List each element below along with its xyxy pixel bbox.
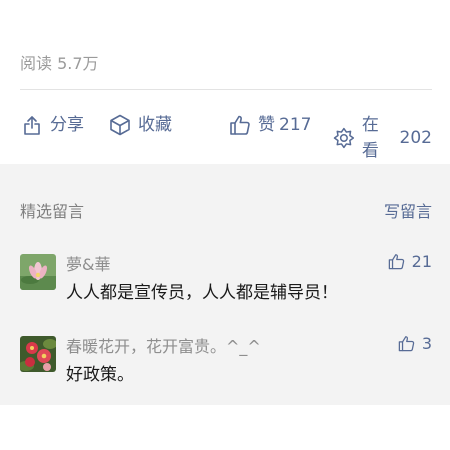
comment-text: 好政策。: [66, 365, 134, 385]
divider: [20, 89, 432, 90]
comment-like-button[interactable]: 21: [387, 252, 432, 271]
thumb-up-icon: [398, 336, 415, 352]
comment-like-count: 3: [421, 334, 432, 353]
like-label: 赞: [258, 115, 275, 135]
box-icon: [110, 114, 130, 136]
avatar[interactable]: [20, 254, 56, 290]
share-label: 分享: [50, 115, 84, 135]
action-bar: 分享 收藏 赞 217 在看 202: [20, 112, 432, 161]
comments-title: 精选留言: [20, 202, 85, 221]
comments-section: 精选留言 写留言 夢&華 人人都是宣传员，人人都是辅导员！ 21 春暖花开，花开…: [0, 164, 450, 405]
thumb-up-icon: [230, 115, 250, 135]
favorite-button[interactable]: 收藏: [108, 112, 172, 138]
like-button[interactable]: 赞 217: [228, 112, 311, 138]
favorite-label: 收藏: [138, 115, 172, 135]
flower-icon: [333, 127, 355, 149]
read-count: 阅读 5.7万: [20, 54, 99, 73]
comment-text: 人人都是宣传员，人人都是辅导员！: [66, 283, 338, 303]
share-button[interactable]: 分享: [20, 112, 84, 138]
thumb-up-icon: [388, 254, 404, 270]
comment-nickname: 夢&華: [66, 255, 111, 274]
flowers-avatar: [20, 336, 56, 372]
lotus-avatar: [20, 254, 56, 290]
comment-like-count: 21: [411, 252, 432, 271]
share-icon: [24, 116, 40, 135]
comment-nickname: 春暖花开，花开富贵。^_^: [66, 337, 261, 356]
avatar[interactable]: [20, 336, 56, 372]
looking-button[interactable]: 在看 202: [332, 112, 432, 164]
write-comment-link[interactable]: 写留言: [384, 198, 432, 222]
like-count: 217: [279, 115, 312, 135]
comment-like-button[interactable]: 3: [397, 334, 432, 353]
looking-label: 在看: [361, 115, 379, 161]
looking-count: 202: [399, 128, 432, 148]
